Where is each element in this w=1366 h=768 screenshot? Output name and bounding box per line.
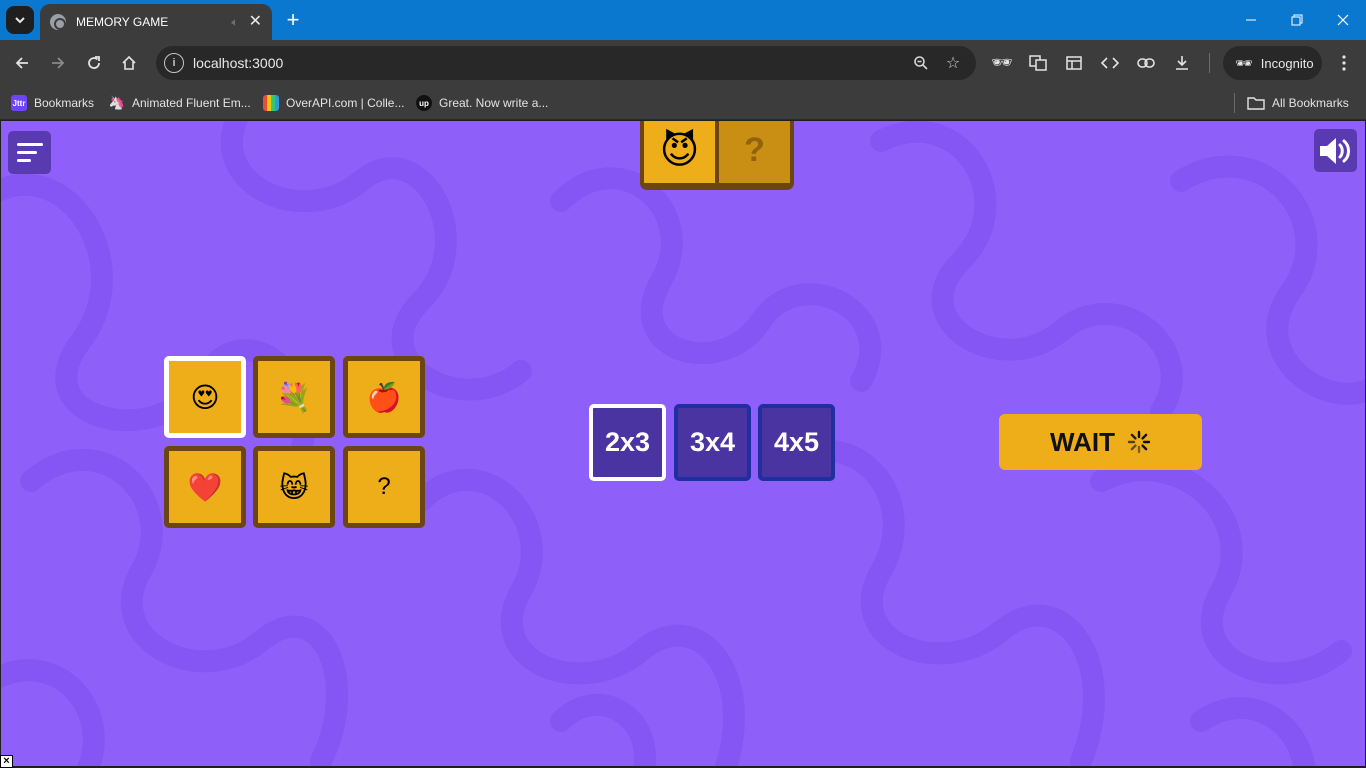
hamburger-line	[16, 151, 37, 154]
top-card[interactable]: 😈	[644, 121, 715, 183]
tab-title: MEMORY GAME	[76, 15, 169, 29]
memory-card-hidden[interactable]: ?	[343, 446, 425, 528]
incognito-extension-icon[interactable]: 🕶︎	[988, 49, 1016, 77]
bookmark-item[interactable]: 🦄 Animated Fluent Em...	[109, 93, 251, 113]
minimize-icon	[1246, 19, 1256, 21]
url-text: localhost:3000	[193, 55, 284, 71]
home-button[interactable]	[115, 49, 143, 77]
reload-icon	[88, 56, 100, 69]
size-button-4x5[interactable]: 4x5	[758, 404, 835, 481]
size-button-3x4[interactable]: 3x4	[674, 404, 751, 481]
incognito-icon: 🕶︎	[1235, 54, 1253, 71]
more-vert-icon	[1342, 55, 1346, 71]
hamburger-line	[16, 159, 31, 162]
upwork-icon: up	[416, 95, 432, 111]
back-button[interactable]	[8, 49, 36, 77]
speaker-volume-icon	[1319, 137, 1350, 164]
minimize-button[interactable]	[1228, 0, 1274, 40]
bookmark-star-icon[interactable]: ☆	[942, 52, 964, 74]
address-bar[interactable]: i localhost:3000 ☆	[156, 46, 976, 80]
all-bookmarks-button[interactable]: All Bookmarks	[1234, 93, 1349, 113]
bookmark-item[interactable]: Jttr Bookmarks	[11, 93, 94, 113]
browser-menu-button[interactable]	[1330, 49, 1358, 77]
close-tab-icon[interactable]: ✕	[249, 14, 262, 30]
restore-button[interactable]	[1274, 0, 1320, 40]
arrow-right-icon	[52, 57, 65, 69]
bookmark-item[interactable]: OverAPI.com | Colle...	[263, 93, 404, 113]
folder-icon	[1247, 97, 1265, 110]
download-icon[interactable]	[1168, 49, 1196, 77]
bookmark-label: Bookmarks	[34, 96, 95, 110]
code-icon[interactable]	[1096, 49, 1124, 77]
browser-tab[interactable]: MEMORY GAME 🔈︎ ✕	[40, 4, 272, 40]
memory-card[interactable]: 😍	[164, 356, 246, 438]
jttr-icon: Jttr	[11, 95, 27, 111]
profile-button[interactable]: 🕶︎ Incognito	[1223, 46, 1322, 80]
top-card-strip: 😈 ?	[640, 121, 794, 190]
sound-toggle-button[interactable]	[1314, 129, 1357, 172]
menu-button[interactable]	[8, 131, 51, 174]
tab-search-button[interactable]	[6, 6, 34, 34]
bookmark-item[interactable]: up Great. Now write a...	[416, 93, 548, 113]
wait-label: WAIT	[1050, 426, 1115, 457]
size-button-2x3[interactable]: 2x3	[589, 404, 666, 481]
bookmark-label: Great. Now write a...	[439, 96, 549, 110]
hamburger-line	[16, 143, 43, 146]
dismiss-icon[interactable]: ×	[0, 755, 13, 768]
bookmark-label: Animated Fluent Em...	[132, 96, 251, 110]
memory-card[interactable]: 💐	[253, 356, 335, 438]
translate-icon[interactable]	[1024, 49, 1052, 77]
layout-icon[interactable]	[1060, 49, 1088, 77]
link-icon[interactable]	[1132, 49, 1160, 77]
close-icon	[1337, 14, 1349, 26]
top-card-hidden[interactable]: ?	[719, 121, 790, 183]
memory-card[interactable]: 🍎	[343, 356, 425, 438]
memory-card[interactable]: ❤️	[164, 446, 246, 528]
browser-toolbar: i localhost:3000 ☆ 🕶︎ 🕶︎ Incognito	[0, 40, 1366, 86]
bookmarks-bar: Jttr Bookmarks 🦄 Animated Fluent Em... O…	[0, 86, 1366, 120]
arrow-left-icon	[15, 57, 28, 69]
bookmark-label: OverAPI.com | Colle...	[286, 96, 405, 110]
close-window-button[interactable]	[1320, 0, 1366, 40]
site-info-icon[interactable]: i	[164, 53, 184, 73]
new-tab-button[interactable]: +	[282, 8, 304, 32]
chevron-down-icon	[15, 17, 25, 24]
tab-strip: MEMORY GAME 🔈︎ ✕ +	[0, 0, 1366, 40]
spinner-icon	[1127, 430, 1151, 454]
toolbar-divider	[1209, 53, 1210, 73]
memory-card[interactable]: 😸	[253, 446, 335, 528]
profile-label: Incognito	[1260, 55, 1314, 71]
globe-icon	[50, 14, 66, 30]
all-bookmarks-label: All Bookmarks	[1272, 96, 1349, 110]
unicorn-icon: 🦄	[108, 95, 126, 110]
overapi-icon	[263, 95, 279, 111]
game-viewport: 😈 ? 😍 💐 🍎 ❤️ 😸 ? 2x3 3x4 4x5 WAIT	[1, 121, 1365, 766]
forward-button[interactable]	[44, 49, 72, 77]
wait-button[interactable]: WAIT	[999, 414, 1202, 470]
speaker-icon[interactable]: 🔈︎	[231, 15, 238, 30]
restore-icon	[1291, 14, 1303, 26]
home-icon	[122, 55, 136, 70]
zoom-icon[interactable]	[910, 52, 932, 74]
reload-button[interactable]	[80, 49, 108, 77]
